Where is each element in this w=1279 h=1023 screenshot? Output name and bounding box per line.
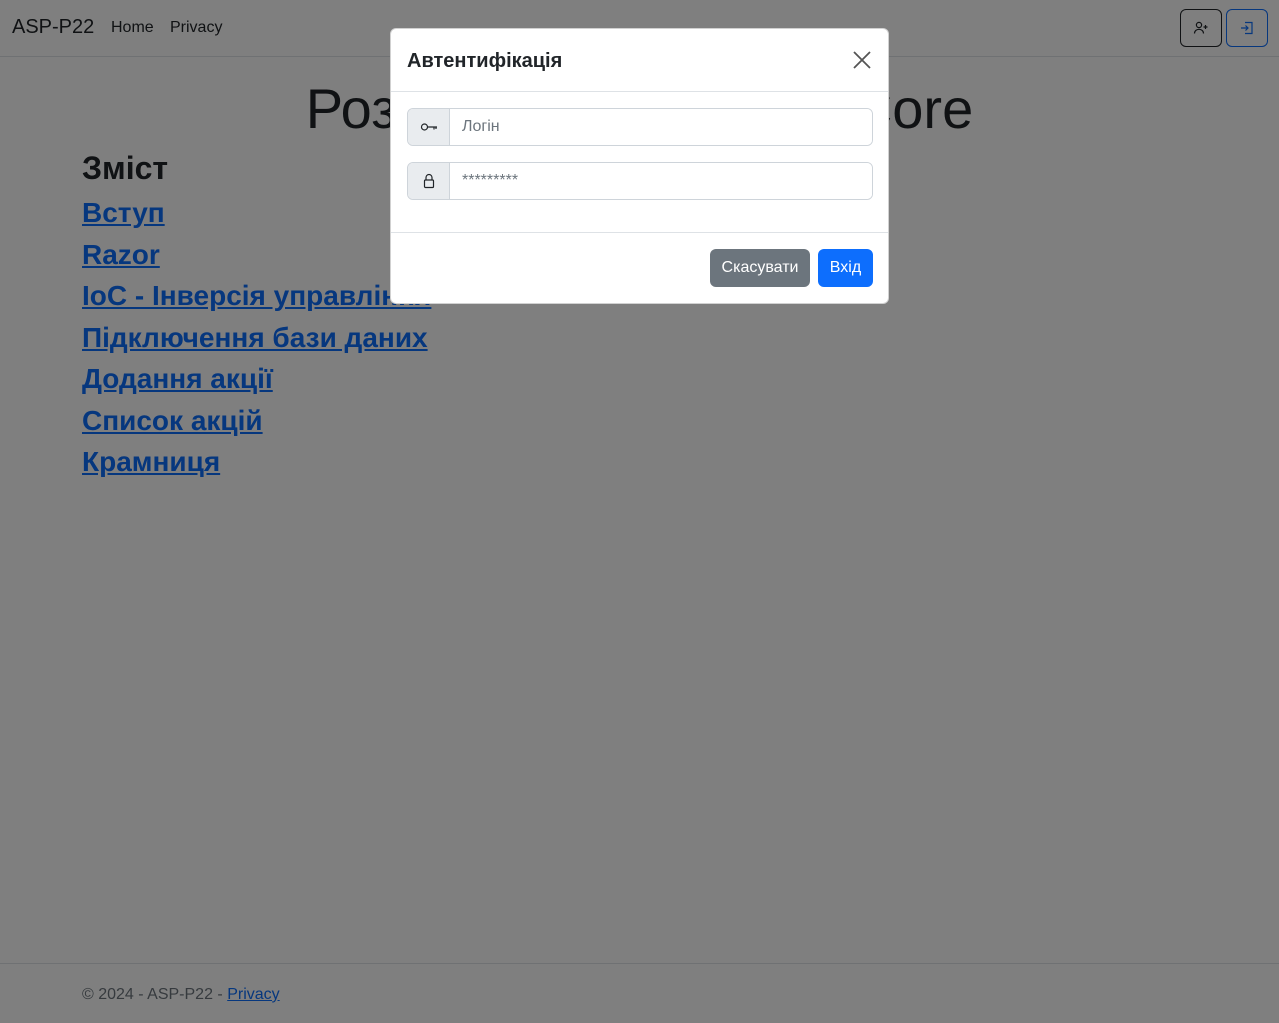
modal-title: Автентифікація	[407, 50, 563, 72]
modal-header: Автентифікація	[391, 29, 888, 92]
auth-modal: Автентифікація Скасувати Вхід	[390, 28, 889, 304]
key-icon	[420, 123, 437, 131]
lock-icon	[423, 173, 434, 189]
password-input[interactable]	[450, 163, 872, 199]
login-addon	[408, 109, 450, 145]
password-addon	[408, 163, 450, 199]
close-icon	[853, 51, 871, 69]
close-button[interactable]	[851, 49, 873, 71]
modal-footer: Скасувати Вхід	[391, 232, 888, 305]
password-input-group	[407, 162, 873, 200]
login-button[interactable]: Вхід	[818, 249, 873, 287]
cancel-button[interactable]: Скасувати	[710, 249, 810, 287]
login-input[interactable]	[450, 109, 872, 145]
login-input-group	[407, 108, 873, 146]
